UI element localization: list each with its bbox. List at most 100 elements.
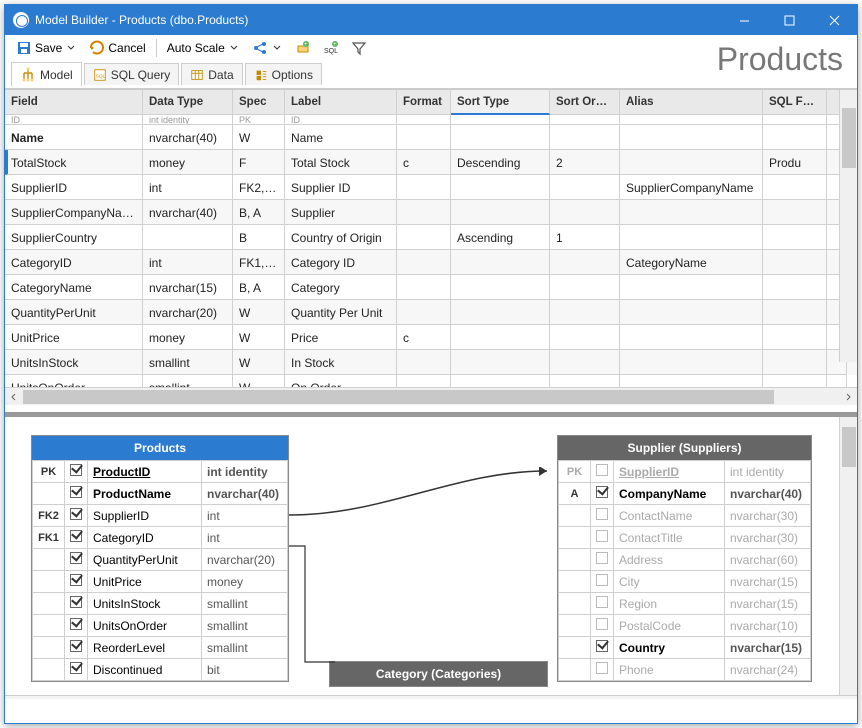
entity-checkbox[interactable] — [591, 461, 614, 483]
cancel-button[interactable]: Cancel — [84, 37, 150, 59]
grid-cell[interactable]: nvarchar(15) — [143, 275, 233, 300]
entity-row[interactable]: PKProductIDint identity — [33, 461, 288, 483]
grid-cell[interactable]: On Order — [285, 375, 397, 387]
grid-cell[interactable] — [763, 125, 827, 150]
grid-cell[interactable]: 2 — [550, 150, 620, 175]
grid-cell[interactable]: smallint — [143, 350, 233, 375]
grid-cell[interactable] — [763, 300, 827, 325]
grid-cell[interactable] — [620, 375, 763, 387]
grid-cell[interactable] — [397, 350, 451, 375]
header-label[interactable]: Label — [285, 90, 397, 115]
grid-cell[interactable]: Category ID — [285, 250, 397, 275]
grid-cell[interactable] — [451, 200, 550, 225]
grid-cell[interactable] — [763, 325, 827, 350]
entity-row[interactable]: ACompanyNamenvarchar(40) — [559, 483, 811, 505]
grid-row[interactable]: UnitsInStocksmallintWIn Stock — [5, 350, 857, 375]
entity-row[interactable]: ContactTitlenvarchar(30) — [559, 527, 811, 549]
grid-cell[interactable] — [397, 275, 451, 300]
entity-checkbox[interactable] — [65, 659, 88, 681]
grid-cell[interactable] — [397, 300, 451, 325]
entity-checkbox[interactable] — [591, 571, 614, 593]
grid-cell[interactable]: FK2, W — [233, 175, 285, 200]
tab-data[interactable]: Data — [181, 63, 242, 85]
grid-cell[interactable]: UnitPrice — [5, 325, 143, 350]
autoscale-dropdown-icon[interactable] — [228, 44, 240, 52]
grid-cell[interactable] — [397, 200, 451, 225]
minimize-button[interactable] — [722, 5, 767, 35]
grid-cell[interactable]: W — [233, 375, 285, 387]
grid-cell[interactable] — [620, 125, 763, 150]
entity-row[interactable]: UnitsInStocksmallint — [33, 593, 288, 615]
grid-cell[interactable]: SupplierCompanyName — [5, 200, 143, 225]
entity-checkbox[interactable] — [65, 461, 88, 483]
grid-cell[interactable] — [763, 350, 827, 375]
grid-cell[interactable]: SupplierCompanyName — [620, 175, 763, 200]
tab-options[interactable]: Options — [245, 63, 322, 85]
grid-cell[interactable] — [451, 175, 550, 200]
grid-cell[interactable] — [763, 200, 827, 225]
entity-row[interactable]: ProductNamenvarchar(40) — [33, 483, 288, 505]
entity-checkbox[interactable] — [65, 571, 88, 593]
grid-cell[interactable] — [451, 125, 550, 150]
entity-row[interactable]: ContactNamenvarchar(30) — [559, 505, 811, 527]
grid-cell[interactable] — [397, 375, 451, 387]
entity-row[interactable]: Phonenvarchar(24) — [559, 659, 811, 681]
tab-model[interactable]: Model — [11, 62, 82, 86]
grid-cell[interactable] — [620, 225, 763, 250]
grid-cell[interactable]: Quantity Per Unit — [285, 300, 397, 325]
grid-horizontal-scrollbar[interactable] — [5, 387, 857, 405]
entity-row[interactable]: Citynvarchar(15) — [559, 571, 811, 593]
grid-cell[interactable]: SupplierCountry — [5, 225, 143, 250]
maximize-button[interactable] — [767, 5, 812, 35]
header-field[interactable]: Field — [5, 90, 143, 115]
grid-cell[interactable]: nvarchar(20) — [143, 300, 233, 325]
tab-sqlquery[interactable]: SQL SQL Query — [84, 63, 180, 85]
grid-cell[interactable]: Price — [285, 325, 397, 350]
grid-cell[interactable]: Country of Origin — [285, 225, 397, 250]
grid-cell[interactable]: In Stock — [285, 350, 397, 375]
header-spec[interactable]: Spec — [233, 90, 285, 115]
scroll-left-icon[interactable] — [5, 388, 23, 406]
header-sortorder[interactable]: Sort Order — [550, 90, 620, 115]
grid-cell[interactable] — [451, 300, 550, 325]
entity-products[interactable]: Products PKProductIDint identityProductN… — [31, 435, 289, 682]
grid-cell[interactable] — [827, 375, 847, 387]
grid-cell[interactable]: UnitsInStock — [5, 350, 143, 375]
grid-cell[interactable]: QuantityPerUnit — [5, 300, 143, 325]
grid-cell[interactable]: Supplier ID — [285, 175, 397, 200]
grid-cell[interactable]: int — [143, 250, 233, 275]
grid-cell[interactable] — [620, 300, 763, 325]
grid-cell[interactable]: Category — [285, 275, 397, 300]
share-button[interactable] — [247, 37, 288, 59]
entity-checkbox[interactable] — [65, 637, 88, 659]
grid-cell[interactable] — [397, 175, 451, 200]
grid-cell[interactable] — [620, 350, 763, 375]
grid-row[interactable]: Namenvarchar(40)WName — [5, 125, 857, 150]
grid-cell[interactable]: c — [397, 150, 451, 175]
grid-cell[interactable] — [550, 250, 620, 275]
grid-cell[interactable]: Total Stock — [285, 150, 397, 175]
grid-cell[interactable]: Name — [5, 125, 143, 150]
entity-row[interactable]: Addressnvarchar(60) — [559, 549, 811, 571]
grid-cell[interactable] — [550, 375, 620, 387]
entity-row[interactable]: UnitPricemoney — [33, 571, 288, 593]
grid-cell[interactable] — [620, 150, 763, 175]
entity-checkbox[interactable] — [65, 549, 88, 571]
header-sqlformula[interactable]: SQL Formula — [763, 90, 827, 115]
grid-cell[interactable]: W — [233, 325, 285, 350]
entity-supplier[interactable]: Supplier (Suppliers) PKSupplierIDint ide… — [557, 435, 812, 682]
entity-row[interactable]: PostalCodenvarchar(10) — [559, 615, 811, 637]
entity-checkbox[interactable] — [591, 615, 614, 637]
grid-cell[interactable] — [763, 375, 827, 387]
entity-row[interactable]: FK1CategoryIDint — [33, 527, 288, 549]
grid-row[interactable]: SupplierCountryBCountry of OriginAscendi… — [5, 225, 857, 250]
entity-row[interactable]: Countrynvarchar(15) — [559, 637, 811, 659]
grid-cell[interactable] — [397, 225, 451, 250]
grid-row[interactable]: SupplierCompanyNamenvarchar(40)B, ASuppl… — [5, 200, 857, 225]
entity-checkbox[interactable] — [591, 549, 614, 571]
grid-cell[interactable] — [143, 225, 233, 250]
grid-row[interactable]: TotalStockmoneyFTotal StockcDescending2P… — [5, 150, 857, 175]
grid-cell[interactable] — [451, 250, 550, 275]
entity-checkbox[interactable] — [591, 593, 614, 615]
grid-cell[interactable]: Descending — [451, 150, 550, 175]
